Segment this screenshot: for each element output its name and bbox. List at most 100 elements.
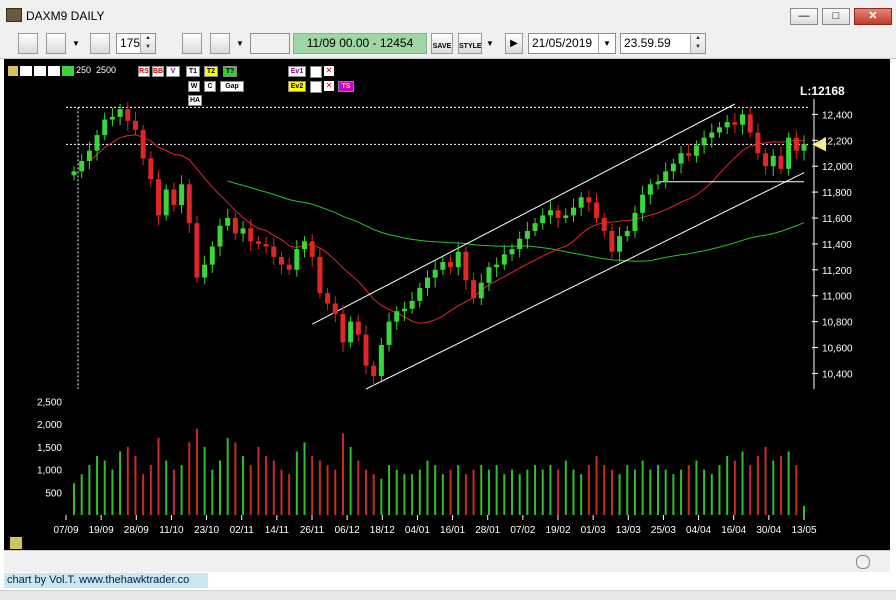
date-tick-label: 28/01 — [475, 525, 500, 536]
candle-body — [494, 264, 500, 268]
candle-body — [309, 241, 315, 257]
candle-body — [463, 251, 469, 281]
candle-body — [455, 251, 461, 268]
indicator-icon[interactable] — [182, 33, 202, 54]
t-q-button[interactable]: T? — [223, 66, 237, 77]
candle-body — [770, 155, 776, 167]
search-icon[interactable] — [310, 66, 322, 78]
candle-body — [555, 210, 561, 218]
save-button[interactable]: SAVE — [431, 33, 453, 54]
candle-body — [186, 184, 192, 224]
play-button[interactable]: ▶ — [505, 33, 523, 54]
candle-body — [102, 119, 108, 136]
price-tick-label: 11,800 — [822, 188, 852, 199]
settings-icon[interactable] — [10, 537, 22, 549]
candle-body — [501, 254, 507, 265]
candle-body — [709, 132, 715, 138]
time-input[interactable]: 23.59.59 ▲ ▼ — [620, 33, 706, 54]
chart-type-icon[interactable] — [46, 33, 66, 54]
candle-body — [401, 308, 407, 312]
ev2-button[interactable]: Ev2 — [288, 81, 306, 92]
ev1-button[interactable]: Ev1 — [288, 66, 306, 77]
close-button[interactable]: ✕ — [854, 8, 892, 25]
bb-button[interactable]: BB — [152, 66, 164, 77]
w-button[interactable]: W — [188, 81, 200, 92]
candle-body — [594, 202, 600, 218]
oscillator-icon[interactable] — [210, 33, 230, 54]
empty-field — [250, 33, 290, 54]
search-icon[interactable] — [310, 81, 322, 93]
horizontal-panel — [4, 550, 890, 573]
circle-icon[interactable] — [856, 555, 870, 569]
style-button[interactable]: STYLE — [458, 33, 482, 54]
close-icon[interactable]: ✕ — [324, 66, 334, 76]
candle-body — [786, 137, 792, 169]
candle-body — [724, 122, 730, 128]
candle-body — [647, 184, 653, 195]
bars-spinner[interactable]: ▲ ▼ — [140, 34, 155, 53]
candle-body — [693, 145, 699, 156]
time-spinner[interactable]: ▲ ▼ — [690, 34, 705, 53]
chevron-down-icon[interactable]: ▼ — [70, 33, 82, 54]
chevron-down-icon[interactable]: ▼ — [484, 33, 496, 54]
chart-area[interactable]: 10,400 10,600 10,800 11,000 11,200 11,400 11,6… — [4, 59, 890, 573]
candle-body — [340, 313, 346, 343]
volume-tick-label: 500 — [45, 488, 62, 499]
date-tick-label: 04/01 — [405, 525, 430, 536]
candle-body — [732, 122, 738, 125]
candle-body — [240, 228, 246, 234]
candle-body — [778, 155, 784, 169]
candle-body — [117, 109, 123, 117]
chevron-down-icon[interactable]: ▼ — [234, 33, 246, 54]
date-tick-label: 13/05 — [791, 525, 816, 536]
candle-body — [140, 129, 146, 159]
minimize-button[interactable]: — — [790, 8, 818, 25]
date-picker[interactable]: 21/05/2019 ▼ — [528, 33, 616, 54]
price-chart[interactable]: 10,400 10,600 10,800 11,000 11,200 11,400 11,6… — [4, 59, 890, 550]
color-icon[interactable] — [62, 66, 74, 76]
t2-button[interactable]: T2 — [204, 66, 218, 77]
candle-body — [248, 228, 254, 242]
candle-body — [132, 120, 138, 130]
chevron-down-icon[interactable]: ▼ — [598, 34, 615, 53]
floppy-save-icon[interactable] — [18, 33, 38, 54]
volume-tick-label: 1,000 — [37, 466, 62, 477]
candle-body — [801, 144, 807, 151]
volume-tick-label: 2,500 — [37, 398, 62, 409]
t1-button[interactable]: T1 — [186, 66, 200, 77]
candle-body — [156, 179, 162, 216]
line-tool-icon[interactable] — [48, 66, 60, 76]
rs-button[interactable]: RS — [138, 66, 150, 77]
credit-link[interactable]: chart by Vol.T. www.thehawktrader.co — [4, 573, 208, 588]
candle-body — [478, 282, 484, 299]
price-tick-label: 10,400 — [822, 369, 853, 380]
date-tick-label: 14/11 — [265, 525, 290, 536]
line-tool-icon[interactable] — [34, 66, 46, 76]
line-tool-icon[interactable] — [20, 66, 32, 76]
ts-button[interactable]: TS — [338, 81, 354, 92]
palette-icon[interactable] — [8, 66, 18, 76]
price-tick-label: 12,000 — [822, 162, 853, 173]
date-tick-label: 26/11 — [300, 525, 325, 536]
close-icon[interactable]: ✕ — [324, 81, 334, 91]
price-tick-label: 11,000 — [822, 292, 852, 303]
date-tick-label: 28/09 — [124, 525, 149, 536]
v-button[interactable]: V — [166, 66, 180, 77]
date-axis: 07/09 19/09 28/09 11/10 23/10 02/11 14/11 26/11… — [53, 515, 817, 536]
price-info-box: 11/09 00.00 - 12454 — [293, 33, 427, 54]
c-button[interactable]: C — [204, 81, 216, 92]
gap-button[interactable]: Gap — [220, 81, 244, 92]
candle-body — [332, 303, 338, 314]
ha-button[interactable]: HA — [188, 95, 202, 106]
maximize-button[interactable]: □ — [822, 8, 850, 25]
bars-count-input[interactable]: 175 ▲ ▼ — [116, 33, 156, 54]
calculator-icon[interactable] — [90, 33, 110, 54]
candle-body — [617, 236, 623, 252]
date-tick-label: 18/12 — [370, 525, 395, 536]
candle-body — [471, 280, 477, 299]
candle-body — [202, 264, 208, 278]
date-tick-label: 13/03 — [616, 525, 641, 536]
candle-body — [271, 246, 277, 257]
candle-body — [678, 153, 684, 164]
candle-body — [317, 256, 323, 294]
